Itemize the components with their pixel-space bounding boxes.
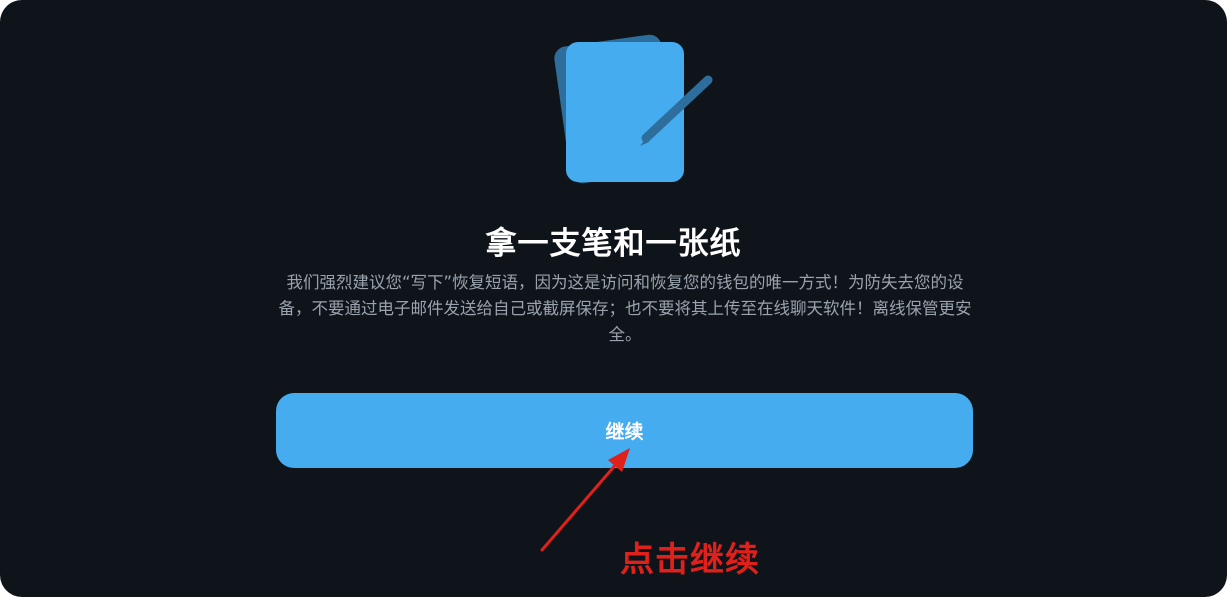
backup-instruction-dialog: 拿一支笔和一张纸 我们强烈建议您“写下”恢复短语，因为这是访问和恢复您的钱包的唯…: [0, 0, 1227, 597]
instruction-text: 我们强烈建议您“写下”恢复短语，因为这是访问和恢复您的钱包的唯一方式！为防失去您…: [278, 273, 972, 344]
annotation-label: 点击继续: [620, 540, 760, 580]
paper-and-pen-icon: [554, 34, 713, 184]
page-title: 拿一支笔和一张纸: [485, 226, 742, 262]
